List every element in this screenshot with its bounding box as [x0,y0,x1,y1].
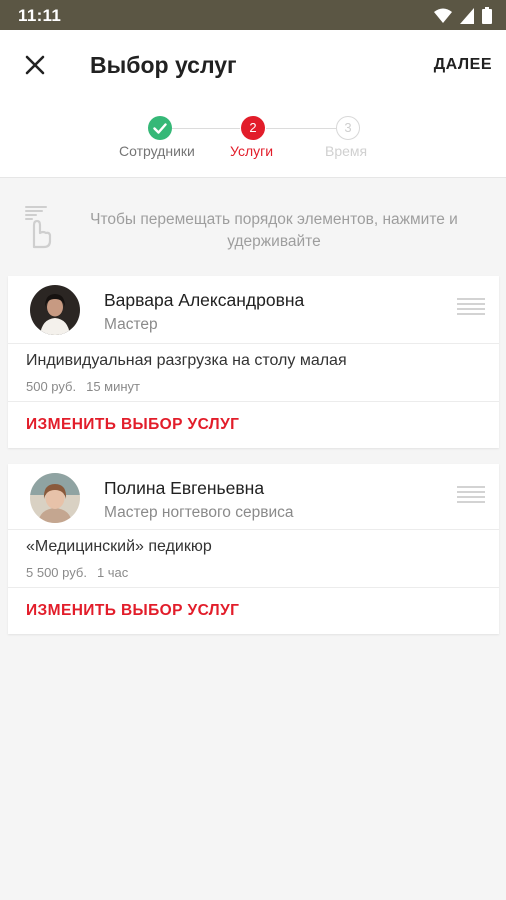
signal-icon [460,7,474,24]
step-3-inactive[interactable]: 3 [336,116,360,140]
step-connector [266,128,336,129]
employee-role: Мастер ногтевого сервиса [104,504,294,521]
avatar [30,473,80,523]
app-bar: Выбор услуг ДАЛЕЕ [0,30,506,98]
service-price: 500 руб. [26,379,77,394]
step-1-done[interactable] [148,116,172,140]
employee-card: Варвара Александровна Мастер Индивидуаль… [8,276,499,448]
status-time: 11:11 [18,6,62,25]
step-3-label: Время [325,143,368,159]
service-item: Индивидуальная разгрузка на столу малая … [8,344,499,402]
employee-header: Полина Евгеньевна Мастер ногтевого серви… [8,464,499,530]
employee-name: Варвара Александровна [104,290,305,310]
battery-icon [482,7,492,24]
page-title: Выбор услуг [90,52,237,78]
step-2-label: Услуги [230,143,274,159]
service-name: «Медицинский» педикюр [26,538,212,555]
employee-role: Мастер [104,316,158,333]
hint-text: Чтобы перемещать порядок элементов, нажм… [90,211,458,250]
service-item: «Медицинский» педикюр 5 500 руб. 1 час [8,530,499,588]
next-button[interactable]: ДАЛЕЕ [434,56,492,74]
service-meta: 500 руб. 15 минут [26,379,140,394]
change-row: ИЗМЕНИТЬ ВЫБОР УСЛУГ [8,402,499,448]
step-1-label: Сотрудники [119,143,195,159]
status-icons [434,7,492,24]
change-services-button[interactable]: ИЗМЕНИТЬ ВЫБОР УСЛУГ [26,416,239,434]
reorder-hint: Чтобы перемещать порядок элементов, нажм… [0,195,506,255]
check-icon [153,123,167,134]
close-icon[interactable] [22,52,48,78]
drag-handle-icon[interactable] [457,298,485,320]
avatar [30,285,80,335]
service-duration: 15 минут [86,379,140,394]
wifi-icon [434,8,452,23]
employee-card: Полина Евгеньевна Мастер ногтевого серви… [8,464,499,634]
drag-handle-icon[interactable] [457,486,485,508]
service-meta: 5 500 руб. 1 час [26,565,128,580]
employee-name: Полина Евгеньевна [104,478,265,498]
service-price: 5 500 руб. [26,565,87,580]
change-services-button[interactable]: ИЗМЕНИТЬ ВЫБОР УСЛУГ [26,602,239,620]
service-duration: 1 час [96,565,129,580]
stepper: Сотрудники 2 Услуги 3 Время [0,98,506,178]
step-connector [172,128,240,129]
service-name: Индивидуальная разгрузка на столу малая [26,352,347,369]
touch-hold-icon [25,206,52,249]
status-bar: 11:11 [0,0,506,30]
change-row: ИЗМЕНИТЬ ВЫБОР УСЛУГ [8,588,499,634]
step-2-active[interactable]: 2 [241,116,265,140]
employee-header: Варвара Александровна Мастер [8,276,499,344]
